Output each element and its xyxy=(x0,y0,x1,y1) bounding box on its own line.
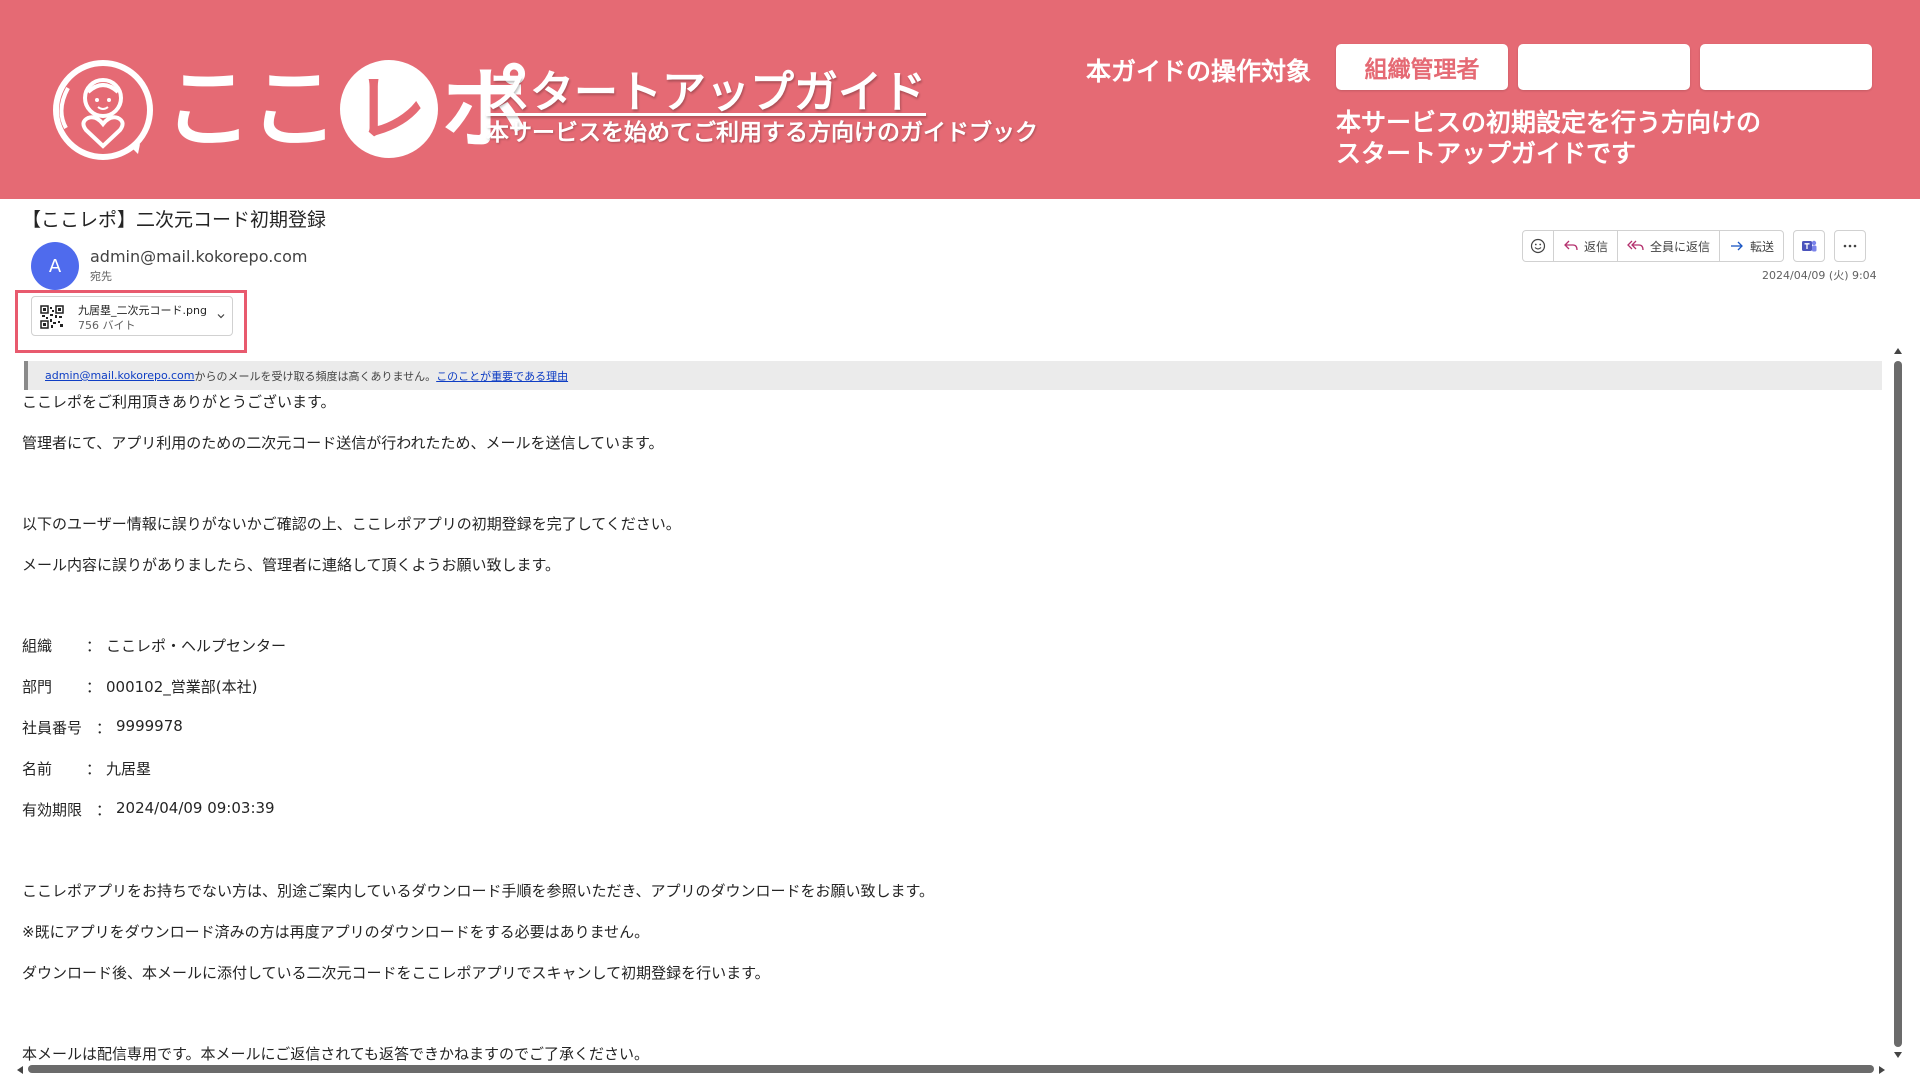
body-line-5: ※既にアプリをダウンロード済みの方は再度アプリのダウンロードをする必要はありませ… xyxy=(22,923,650,941)
teams-icon xyxy=(1802,240,1817,252)
emoji-reaction-button[interactable] xyxy=(1523,231,1554,261)
reply-all-icon xyxy=(1627,240,1644,251)
reply-button[interactable]: 返信 xyxy=(1554,231,1619,261)
body-line-2: 以下のユーザー情報に誤りがないかご確認の上、ここレポアプリの初期登録を完了してく… xyxy=(22,515,681,533)
info-row-organization: 組織 ： ここレポ・ヘルプセンター xyxy=(22,635,286,656)
reply-all-label: 全員に返信 xyxy=(1650,239,1711,254)
info-sep: ： xyxy=(96,801,112,819)
sender-address[interactable]: admin@mail.kokorepo.com xyxy=(90,247,307,266)
role-tab-org-admin[interactable]: 組織管理者 xyxy=(1336,44,1508,90)
info-value: 9999978 xyxy=(116,717,183,735)
body-line-1: 管理者にて、アプリ利用のための二次元コード送信が行われたため、メールを送信してい… xyxy=(22,434,664,452)
info-key: 名前 xyxy=(22,760,53,778)
info-value: ここレポ・ヘルプセンター xyxy=(106,637,287,655)
attachment-size: 756 バイト xyxy=(78,319,136,332)
info-value: 000102_営業部(本社) xyxy=(106,678,258,696)
notice-text: からのメールを受け取る頻度は高くありません。 xyxy=(194,369,437,383)
reply-all-button[interactable]: 全員に返信 xyxy=(1618,231,1721,261)
chevron-down-icon[interactable] xyxy=(216,311,226,321)
reply-button-group: 返信 全員に返信 転送 xyxy=(1522,230,1785,262)
recipient-label[interactable]: 宛先 xyxy=(90,268,112,284)
vertical-scroll-thumb[interactable] xyxy=(1894,361,1902,1047)
brand-circle: レ xyxy=(340,60,439,158)
brand-logo-text: ここ レ ポ xyxy=(164,54,530,164)
info-sep: ： xyxy=(86,637,102,655)
info-key: 有効期限 xyxy=(22,801,83,819)
guide-banner: ここ レ ポ スタートアップガイド 本サービスを始めてご利用する方向けのガイドブ… xyxy=(0,0,1920,199)
scroll-right-arrow-icon[interactable] xyxy=(1878,1065,1886,1075)
guide-subtitle: 本サービスを始めてご利用する方向けのガイドブック xyxy=(486,120,1038,146)
reply-label: 返信 xyxy=(1584,239,1609,254)
role-description-line2: スタートアップガイドです xyxy=(1336,139,1637,168)
info-key: 社員番号 xyxy=(22,719,83,737)
info-sep: ： xyxy=(96,719,112,737)
body-line-6: ダウンロード後、本メールに添付している二次元コードをここレポアプリでスキャンして… xyxy=(22,964,770,982)
brand-text-left: ここ xyxy=(164,57,338,160)
notice-sender-link[interactable]: admin@mail.kokorepo.com xyxy=(45,369,195,382)
info-sep: ： xyxy=(86,678,102,696)
body-line-4: ここレポアプリをお持ちでない方は、別途ご案内しているダウンロード手順を参照いただ… xyxy=(22,882,935,900)
emoji-icon xyxy=(1530,238,1546,254)
role-tab-3[interactable] xyxy=(1700,44,1872,90)
qr-code-icon xyxy=(40,305,64,329)
role-description: 本サービスの初期設定を行う方向けの スタートアップガイドです xyxy=(1336,107,1896,169)
notice-reason-link[interactable]: このことが重要である理由 xyxy=(436,368,568,384)
avatar[interactable]: A xyxy=(31,242,79,290)
info-value: 2024/04/09 09:03:39 xyxy=(116,799,275,817)
info-row-name: 名前 ： 九居塁 xyxy=(22,758,151,779)
role-description-line1: 本サービスの初期設定を行う方向けの xyxy=(1336,108,1762,137)
info-key: 組織 xyxy=(22,637,53,655)
forward-label: 転送 xyxy=(1750,239,1775,254)
more-actions-button[interactable] xyxy=(1834,230,1867,262)
sender-frequency-notice: admin@mail.kokorepo.com からのメールを受け取る頻度は高く… xyxy=(24,361,1882,390)
body-line-3: メール内容に誤りがありましたら、管理者に連絡して頂くようお願い致します。 xyxy=(22,556,561,574)
scroll-up-arrow-icon[interactable] xyxy=(1893,347,1903,355)
role-tab-2[interactable] xyxy=(1518,44,1690,90)
teams-share-button[interactable] xyxy=(1793,230,1826,262)
info-value: 九居塁 xyxy=(106,760,152,778)
info-row-employee-number: 社員番号 ： 9999978 xyxy=(22,717,183,738)
scroll-down-arrow-icon[interactable] xyxy=(1893,1051,1903,1059)
body-greeting: ここレポをご利用頂きありがとうございます。 xyxy=(22,393,336,411)
info-row-department: 部門 ： 000102_営業部(本社) xyxy=(22,676,257,697)
avatar-initial: A xyxy=(48,255,62,277)
info-row-expiry: 有効期限 ： 2024/04/09 09:03:39 xyxy=(22,799,275,820)
horizontal-scrollbar[interactable] xyxy=(14,1063,1888,1075)
reply-icon xyxy=(1564,240,1578,251)
guide-title: スタートアップガイド xyxy=(486,67,926,118)
guide-target-label: 本ガイドの操作対象 xyxy=(1086,57,1312,86)
brand-text-circle: レ xyxy=(354,67,426,151)
vertical-scrollbar[interactable] xyxy=(1891,347,1905,1061)
info-sep: ： xyxy=(86,760,102,778)
horizontal-scroll-thumb[interactable] xyxy=(28,1065,1874,1073)
info-key: 部門 xyxy=(22,678,53,696)
attachment-filename: 九居塁_二次元コード.png xyxy=(78,304,207,317)
heart-person-logo-icon xyxy=(53,60,153,160)
email-reading-pane: 【ここレポ】二次元コード初期登録 A admin@mail.kokorepo.c… xyxy=(0,199,1920,1080)
email-subject: 【ここレポ】二次元コード初期登録 xyxy=(22,209,327,231)
email-date: 2024/04/09 (火) 9:04 xyxy=(1762,269,1877,282)
scroll-left-arrow-icon[interactable] xyxy=(16,1065,24,1075)
attachment-card[interactable]: 九居塁_二次元コード.png 756 バイト xyxy=(31,296,233,336)
forward-icon xyxy=(1731,241,1743,251)
forward-button[interactable]: 転送 xyxy=(1720,231,1783,261)
body-line-7: 本メールは配信専用です。本メールにご返信されても返答できかねますのでご了承くださ… xyxy=(22,1045,650,1063)
email-action-toolbar: 返信 全員に返信 転送 xyxy=(1522,230,1867,262)
more-icon xyxy=(1843,244,1857,248)
